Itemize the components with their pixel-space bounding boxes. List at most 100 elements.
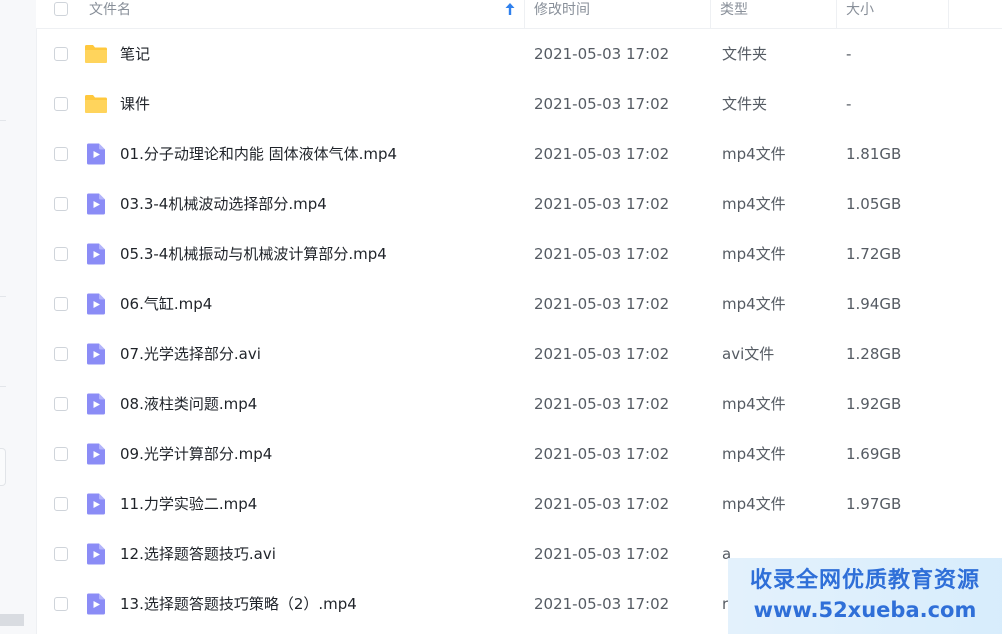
file-modified: 2021-05-03 17:02 (534, 395, 670, 413)
file-name[interactable]: 笔记 (120, 29, 150, 79)
sidebar-divider (0, 386, 6, 387)
column-header-modified[interactable]: 修改时间 (524, 0, 711, 28)
file-manager: 文件名 修改时间 类型 大小 笔记 2021-05-03 17:02 文件夹 - (0, 0, 1002, 634)
file-modified: 2021-05-03 17:02 (534, 45, 670, 63)
row-checkbox[interactable] (54, 597, 68, 611)
file-size: 1.97GB (846, 495, 902, 513)
sort-ascending-icon[interactable] (504, 2, 516, 16)
file-modified: 2021-05-03 17:02 (534, 145, 670, 163)
row-checkbox[interactable] (54, 197, 68, 211)
file-row[interactable]: 06.气缸.mp4 2021-05-03 17:02 mp4文件 1.94GB (36, 279, 1002, 329)
file-modified: 2021-05-03 17:02 (534, 245, 670, 263)
file-name[interactable]: 12.选择题答题技巧.avi (120, 529, 276, 579)
file-modified: 2021-05-03 17:02 (534, 95, 670, 113)
watermark-slogan: 收录全网优质教育资源 (749, 568, 980, 593)
file-type: mp4文件 (722, 245, 786, 263)
watermark-url: www.52xueba.com (753, 598, 977, 622)
video-file-icon (87, 443, 105, 465)
row-checkbox[interactable] (54, 497, 68, 511)
file-name[interactable]: 03.3-4机械波动选择部分.mp4 (120, 179, 327, 229)
row-checkbox[interactable] (54, 147, 68, 161)
column-header-name-label: 文件名 (89, 2, 131, 18)
row-checkbox[interactable] (54, 247, 68, 261)
file-name[interactable]: 课件 (120, 79, 150, 129)
video-file-icon (87, 393, 105, 415)
file-size: 1.94GB (846, 295, 902, 313)
file-modified: 2021-05-03 17:02 (534, 545, 670, 563)
file-size: 1.69GB (846, 445, 902, 463)
file-name[interactable]: 05.3-4机械振动与机械波计算部分.mp4 (120, 229, 387, 279)
file-modified: 2021-05-03 17:02 (534, 295, 670, 313)
file-modified: 2021-05-03 17:02 (534, 345, 670, 363)
row-checkbox[interactable] (54, 297, 68, 311)
file-row[interactable]: 05.3-4机械振动与机械波计算部分.mp4 2021-05-03 17:02 … (36, 229, 1002, 279)
file-type: 文件夹 (722, 95, 768, 113)
file-row[interactable]: 08.液柱类问题.mp4 2021-05-03 17:02 mp4文件 1.92… (36, 379, 1002, 429)
sidebar-collapse-handle[interactable] (0, 448, 6, 486)
file-name[interactable]: 06.气缸.mp4 (120, 279, 212, 329)
file-row[interactable]: 07.光学选择部分.avi 2021-05-03 17:02 avi文件 1.2… (36, 329, 1002, 379)
file-size: 1.72GB (846, 245, 902, 263)
file-type: mp4文件 (722, 395, 786, 413)
column-header-size[interactable]: 大小 (836, 0, 949, 28)
column-header-type[interactable]: 类型 (710, 0, 837, 28)
column-header-size-label: 大小 (846, 2, 874, 18)
file-type: 文件夹 (722, 45, 768, 63)
file-row[interactable]: 课件 2021-05-03 17:02 文件夹 - (36, 79, 1002, 129)
file-modified: 2021-05-03 17:02 (534, 595, 670, 613)
video-file-icon (87, 543, 105, 565)
video-file-icon (87, 193, 105, 215)
file-name[interactable]: 13.选择题答题技巧策略（2）.mp4 (120, 579, 357, 629)
file-size: 1.28GB (846, 345, 902, 363)
file-name[interactable]: 01.分子动理论和内能 固体液体气体.mp4 (120, 129, 397, 179)
column-header-extra (948, 0, 1002, 28)
video-file-icon (87, 243, 105, 265)
row-checkbox[interactable] (54, 97, 68, 111)
file-size: - (846, 95, 852, 113)
file-size: 1.81GB (846, 145, 902, 163)
file-row[interactable]: 09.光学计算部分.mp4 2021-05-03 17:02 mp4文件 1.6… (36, 429, 1002, 479)
video-file-icon (87, 493, 105, 515)
file-list: 笔记 2021-05-03 17:02 文件夹 - 课件 2021-05-03 … (36, 29, 1002, 629)
file-list-header: 文件名 修改时间 类型 大小 (36, 0, 1002, 29)
video-file-icon (87, 343, 105, 365)
row-checkbox[interactable] (54, 547, 68, 561)
file-row[interactable]: 笔记 2021-05-03 17:02 文件夹 - (36, 29, 1002, 79)
file-name[interactable]: 11.力学实验二.mp4 (120, 479, 257, 529)
file-type: mp4文件 (722, 495, 786, 513)
file-row[interactable]: 11.力学实验二.mp4 2021-05-03 17:02 mp4文件 1.97… (36, 479, 1002, 529)
row-checkbox[interactable] (54, 347, 68, 361)
row-checkbox[interactable] (54, 447, 68, 461)
file-modified: 2021-05-03 17:02 (534, 445, 670, 463)
column-header-type-label: 类型 (720, 2, 748, 18)
sidebar-divider (0, 120, 6, 121)
file-size: 1.92GB (846, 395, 902, 413)
select-all-checkbox[interactable] (54, 2, 68, 16)
file-row[interactable]: 01.分子动理论和内能 固体液体气体.mp4 2021-05-03 17:02 … (36, 129, 1002, 179)
file-modified: 2021-05-03 17:02 (534, 495, 670, 513)
video-file-icon (87, 293, 105, 315)
row-checkbox[interactable] (54, 47, 68, 61)
file-modified: 2021-05-03 17:02 (534, 195, 670, 213)
left-sidebar-edge (0, 0, 37, 634)
file-type: mp4文件 (722, 445, 786, 463)
file-type: mp4文件 (722, 195, 786, 213)
column-header-name[interactable]: 文件名 (36, 0, 525, 28)
sidebar-scrollbar[interactable] (0, 614, 24, 626)
file-size: 1.05GB (846, 195, 902, 213)
row-checkbox[interactable] (54, 397, 68, 411)
file-name[interactable]: 07.光学选择部分.avi (120, 329, 261, 379)
watermark-banner: 收录全网优质教育资源 www.52xueba.com (728, 558, 1002, 634)
folder-icon (85, 95, 107, 113)
file-row[interactable]: 03.3-4机械波动选择部分.mp4 2021-05-03 17:02 mp4文… (36, 179, 1002, 229)
file-name[interactable]: 08.液柱类问题.mp4 (120, 379, 257, 429)
folder-icon (85, 45, 107, 63)
file-type: mp4文件 (722, 145, 786, 163)
sidebar-divider (0, 296, 6, 297)
file-name[interactable]: 09.光学计算部分.mp4 (120, 429, 272, 479)
file-size: - (846, 45, 852, 63)
file-type: avi文件 (722, 345, 775, 363)
video-file-icon (87, 593, 105, 615)
column-header-modified-label: 修改时间 (534, 2, 590, 18)
file-type: mp4文件 (722, 295, 786, 313)
